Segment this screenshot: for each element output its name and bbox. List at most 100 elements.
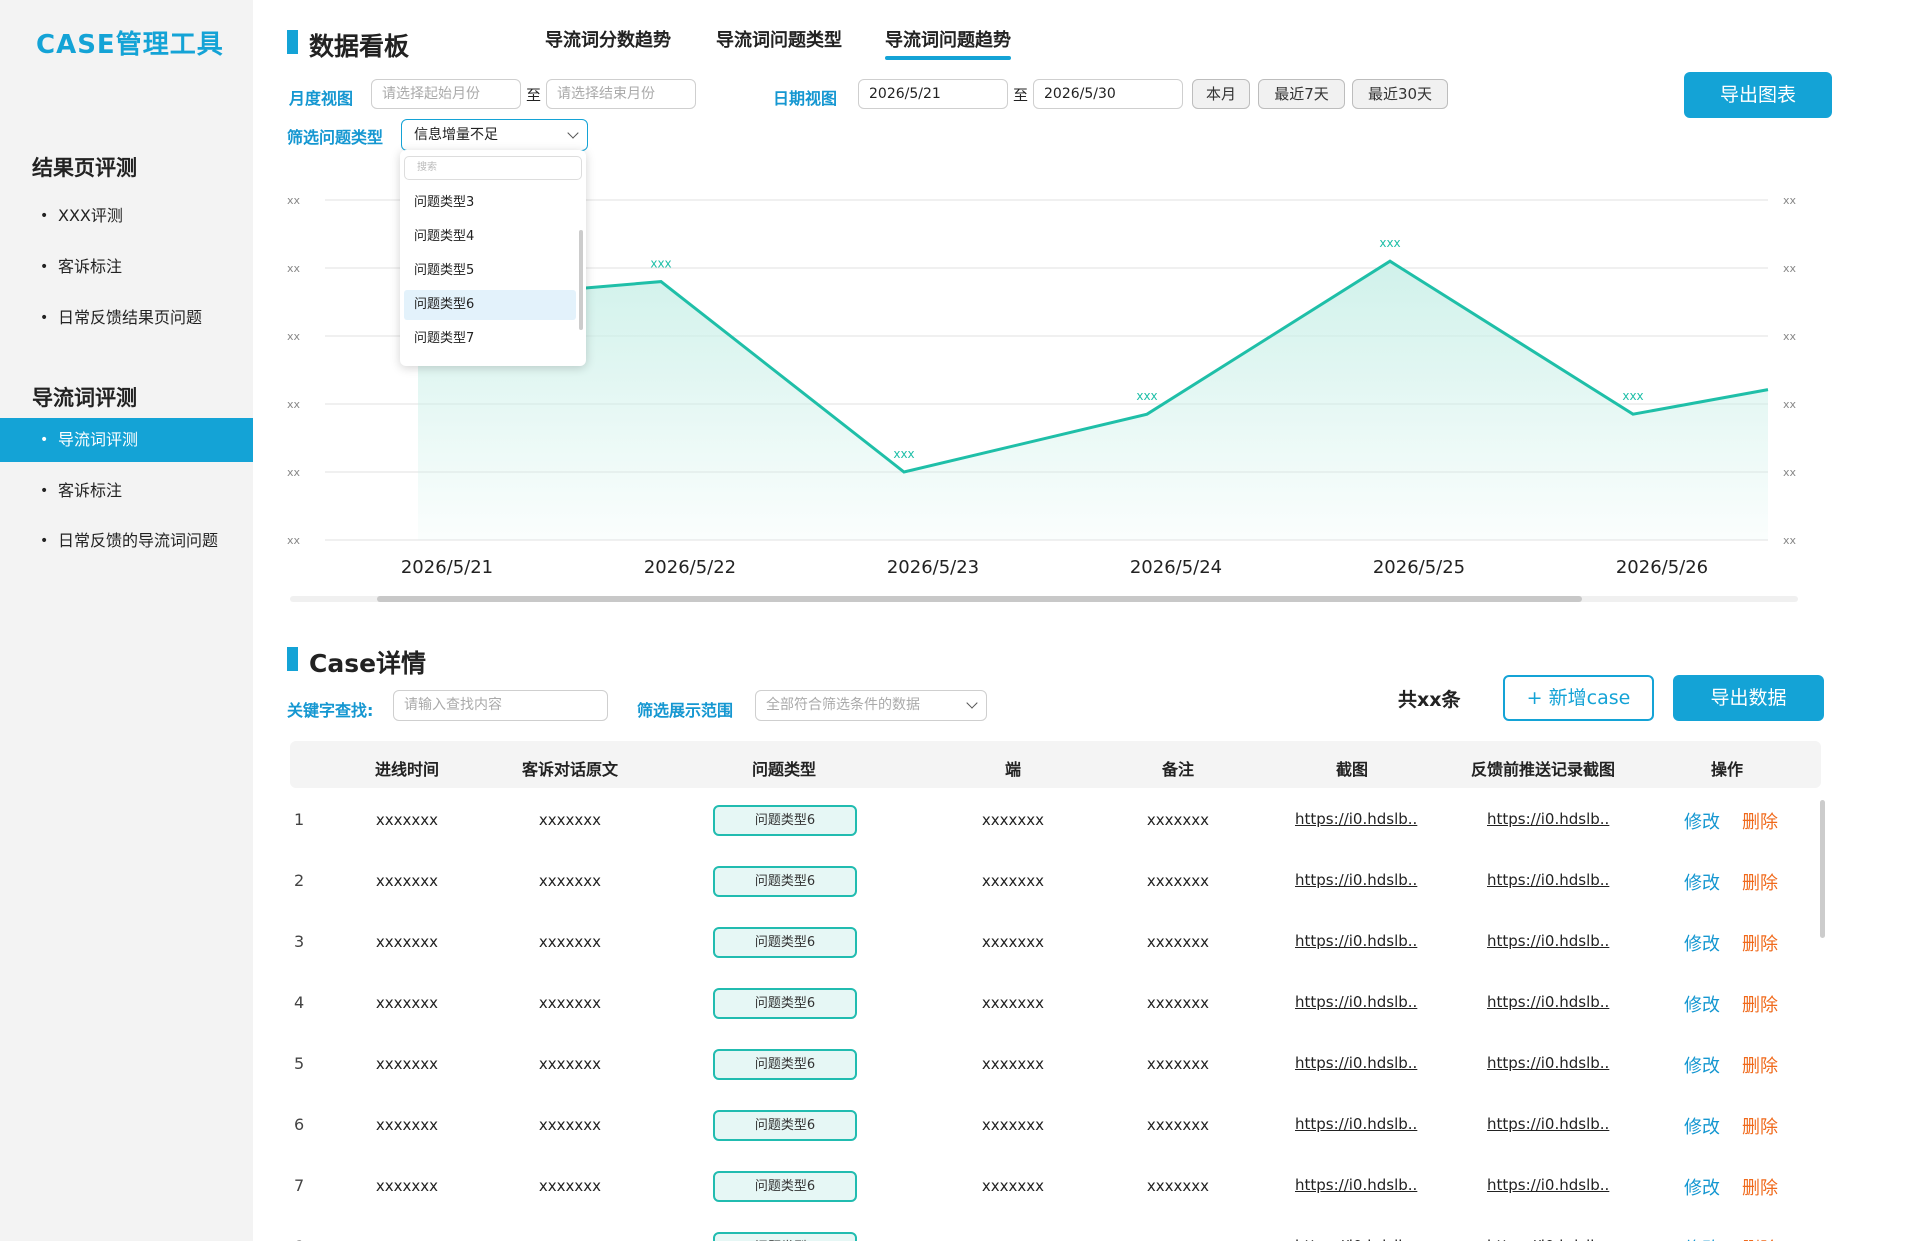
issue-type-tag: 问题类型6: [713, 988, 857, 1019]
cell-dialog: xxxxxxx: [538, 1177, 602, 1195]
cell-time: xxxxxxx: [375, 872, 439, 890]
screenshot-link[interactable]: https://i0.hdslb..: [1295, 932, 1417, 950]
x-tick-label: 2026/5/25: [1373, 557, 1465, 578]
issue-type-tag: 问题类型6: [713, 805, 857, 836]
delete-button[interactable]: 删除: [1742, 1113, 1778, 1139]
scope-select-value: 全部符合筛选条件的数据: [766, 697, 920, 713]
row-number: 7: [294, 1176, 305, 1195]
y-tick-label-left: xx: [287, 398, 301, 411]
dropdown-scrollbar[interactable]: [579, 230, 583, 330]
col-header-screenshot: 截图: [1335, 760, 1368, 779]
y-tick-label-left: xx: [287, 330, 301, 343]
y-tick-label-right: xx: [1783, 262, 1797, 275]
y-tick-label-left: xx: [287, 194, 301, 207]
push-record-link[interactable]: https://i0.hdslb..: [1487, 993, 1609, 1011]
screenshot-link[interactable]: https://i0.hdslb..: [1295, 810, 1417, 828]
scope-label: 筛选展示范围: [637, 701, 734, 720]
chevron-down-icon: [966, 697, 978, 709]
dropdown-search-input[interactable]: 搜索: [404, 156, 582, 180]
x-tick-label: 2026/5/23: [887, 557, 979, 578]
cell-time: xxxxxxx: [375, 1116, 439, 1134]
data-label: xxx: [650, 257, 671, 271]
dropdown-option[interactable]: 问题类型4: [404, 222, 576, 252]
edit-button[interactable]: 修改: [1684, 869, 1720, 895]
y-tick-label-right: xx: [1783, 398, 1797, 411]
dropdown-option[interactable]: 问题类型7: [404, 324, 576, 354]
screenshot-link[interactable]: https://i0.hdslb..: [1295, 993, 1417, 1011]
screenshot-link[interactable]: https://i0.hdslb..: [1295, 1054, 1417, 1072]
x-tick-label: 2026/5/21: [401, 557, 493, 578]
cell-time: xxxxxxx: [375, 811, 439, 829]
chart-scroll-thumb[interactable]: [377, 596, 1582, 602]
cell-note: xxxxxxx: [1146, 1177, 1210, 1195]
row-number: 6: [294, 1115, 305, 1134]
issue-trend-chart: xx xxxx xxxx xxxx xxxx xxxx xxxxxxxxxxxxxxxxx2…: [287, 194, 1797, 578]
issue-type-dropdown: 搜索 问题类型3 问题类型4 问题类型5 问题类型6 问题类型7: [400, 150, 586, 366]
push-record-link[interactable]: https://i0.hdslb..: [1487, 810, 1609, 828]
cell-note: xxxxxxx: [1146, 994, 1210, 1012]
push-record-link[interactable]: https://i0.hdslb..: [1487, 1237, 1609, 1241]
data-label: xxx: [893, 447, 914, 461]
edit-button[interactable]: 修改: [1684, 1113, 1720, 1139]
edit-button[interactable]: 修改: [1684, 808, 1720, 834]
issue-type-tag: 问题类型6: [713, 1171, 857, 1202]
cell-note: xxxxxxx: [1146, 933, 1210, 951]
issue-type-tag: 问题类型6: [713, 1049, 857, 1080]
add-case-button[interactable]: + 新增case: [1503, 675, 1654, 721]
table-scrollbar[interactable]: [1820, 800, 1825, 938]
delete-button[interactable]: 删除: [1742, 869, 1778, 895]
case-details-title: Case详情: [287, 644, 426, 680]
row-number: 5: [294, 1054, 305, 1073]
cell-dialog: xxxxxxx: [538, 933, 602, 951]
y-tick-label-right: xx: [1783, 194, 1797, 207]
screenshot-link[interactable]: https://i0.hdslb..: [1295, 1176, 1417, 1194]
push-record-link[interactable]: https://i0.hdslb..: [1487, 932, 1609, 950]
delete-button[interactable]: 删除: [1742, 1174, 1778, 1200]
y-tick-label-right: xx: [1783, 534, 1797, 547]
cell-dialog: xxxxxxx: [538, 872, 602, 890]
cell-dialog: xxxxxxx: [538, 1116, 602, 1134]
push-record-link[interactable]: https://i0.hdslb..: [1487, 1176, 1609, 1194]
y-tick-label-left: xx: [287, 534, 301, 547]
cell-note: xxxxxxx: [1146, 1055, 1210, 1073]
delete-button[interactable]: 删除: [1742, 991, 1778, 1017]
delete-button[interactable]: 删除: [1742, 1052, 1778, 1078]
delete-button[interactable]: 删除: [1742, 930, 1778, 956]
push-record-link[interactable]: https://i0.hdslb..: [1487, 1115, 1609, 1133]
row-number: 4: [294, 993, 305, 1012]
col-header-actions: 操作: [1710, 760, 1743, 779]
screenshot-link[interactable]: https://i0.hdslb..: [1295, 871, 1417, 889]
cell-time: xxxxxxx: [375, 1177, 439, 1195]
x-tick-label: 2026/5/26: [1616, 557, 1708, 578]
dropdown-option[interactable]: 问题类型5: [404, 256, 576, 286]
edit-button[interactable]: 修改: [1684, 930, 1720, 956]
edit-button[interactable]: 修改: [1684, 1174, 1720, 1200]
cell-end: xxxxxxx: [981, 994, 1045, 1012]
delete-button[interactable]: 删除: [1742, 1235, 1778, 1241]
y-tick-label-left: xx: [287, 262, 301, 275]
scope-select[interactable]: 全部符合筛选条件的数据: [755, 690, 987, 721]
row-number: 2: [294, 871, 305, 890]
cell-end: xxxxxxx: [981, 872, 1045, 890]
cell-note: xxxxxxx: [1146, 811, 1210, 829]
cell-end: xxxxxxx: [981, 1177, 1045, 1195]
screenshot-link[interactable]: https://i0.hdslb..: [1295, 1237, 1417, 1241]
edit-button[interactable]: 修改: [1684, 1235, 1720, 1241]
keyword-search-input[interactable]: 请输入查找内容: [393, 690, 608, 721]
edit-button[interactable]: 修改: [1684, 991, 1720, 1017]
cell-time: xxxxxxx: [375, 933, 439, 951]
screenshot-link[interactable]: https://i0.hdslb..: [1295, 1115, 1417, 1133]
delete-button[interactable]: 删除: [1742, 808, 1778, 834]
push-record-link[interactable]: https://i0.hdslb..: [1487, 1054, 1609, 1072]
col-header-time: 进线时间: [374, 760, 439, 779]
edit-button[interactable]: 修改: [1684, 1052, 1720, 1078]
cell-dialog: xxxxxxx: [538, 811, 602, 829]
series-area: [418, 261, 1768, 540]
export-data-button[interactable]: 导出数据: [1673, 675, 1824, 721]
push-record-link[interactable]: https://i0.hdslb..: [1487, 871, 1609, 889]
cell-dialog: xxxxxxx: [538, 1055, 602, 1073]
issue-type-tag: 问题类型6: [713, 927, 857, 958]
dropdown-option-highlighted[interactable]: 问题类型6: [404, 290, 576, 320]
dropdown-option[interactable]: 问题类型3: [404, 188, 576, 218]
col-header-push-record: 反馈前推送记录截图: [1470, 760, 1615, 779]
